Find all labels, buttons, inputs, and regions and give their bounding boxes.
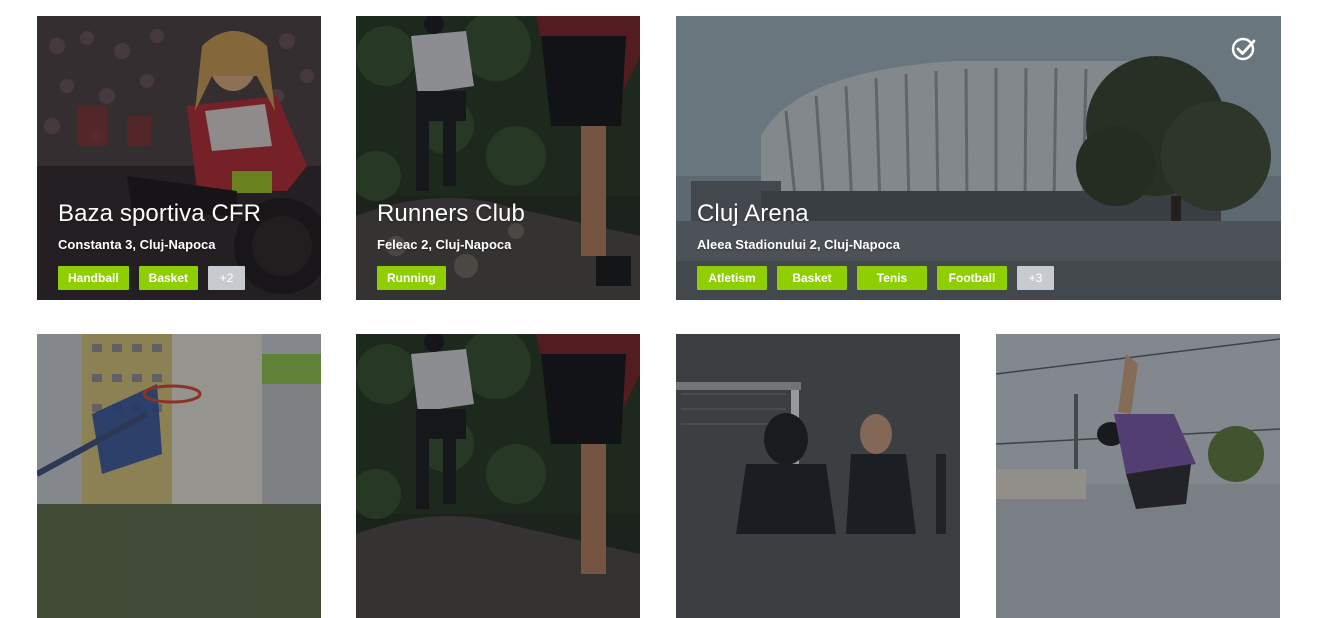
card-info: Baza sportiva CFR Constanta 3, Cluj-Napo…: [58, 200, 307, 290]
card-address: Aleea Stadionului 2, Cluj-Napoca: [697, 237, 900, 252]
facility-card-cluj-arena[interactable]: Cluj Arena Aleea Stadionului 2, Cluj-Nap…: [676, 16, 1281, 300]
sport-tag[interactable]: Tenis: [857, 266, 927, 290]
facility-card[interactable]: [356, 334, 640, 618]
card-address: Constanta 3, Cluj-Napoca: [58, 237, 216, 252]
card-title: Runners Club: [377, 200, 525, 227]
photo-overlay: [676, 334, 960, 618]
card-info: Cluj Arena Aleea Stadionului 2, Cluj-Nap…: [697, 200, 1267, 290]
facility-card-baza-sportiva-cfr[interactable]: Baza sportiva CFR Constanta 3, Cluj-Napo…: [37, 16, 321, 300]
sport-tag[interactable]: Basket: [777, 266, 847, 290]
card-title: Cluj Arena: [697, 200, 809, 227]
more-tags-badge[interactable]: +3: [1017, 266, 1054, 290]
sport-tag[interactable]: Running: [377, 266, 446, 290]
facility-card[interactable]: [676, 334, 960, 618]
photo-overlay: [996, 334, 1280, 618]
sport-tag[interactable]: Football: [937, 266, 1007, 290]
sport-tags: Atletism Basket Tenis Football +3: [697, 266, 1267, 290]
photo-overlay: [356, 334, 640, 618]
card-title: Baza sportiva CFR: [58, 200, 262, 227]
verified-check-icon: [1231, 37, 1256, 61]
facility-card[interactable]: [37, 334, 321, 618]
facility-card-runners-club[interactable]: Runners Club Feleac 2, Cluj-Napoca Runni…: [356, 16, 640, 300]
sport-tags: Running: [377, 266, 626, 290]
more-tags-badge[interactable]: +2: [208, 266, 246, 290]
sport-tag[interactable]: Handball: [58, 266, 129, 290]
card-info: Runners Club Feleac 2, Cluj-Napoca Runni…: [377, 200, 626, 290]
photo-overlay: [37, 334, 321, 618]
sport-tag[interactable]: Atletism: [697, 266, 767, 290]
card-address: Feleac 2, Cluj-Napoca: [377, 237, 512, 252]
sport-tags: Handball Basket +2: [58, 266, 307, 290]
facility-card[interactable]: [996, 334, 1280, 618]
sport-tag[interactable]: Basket: [138, 266, 199, 290]
